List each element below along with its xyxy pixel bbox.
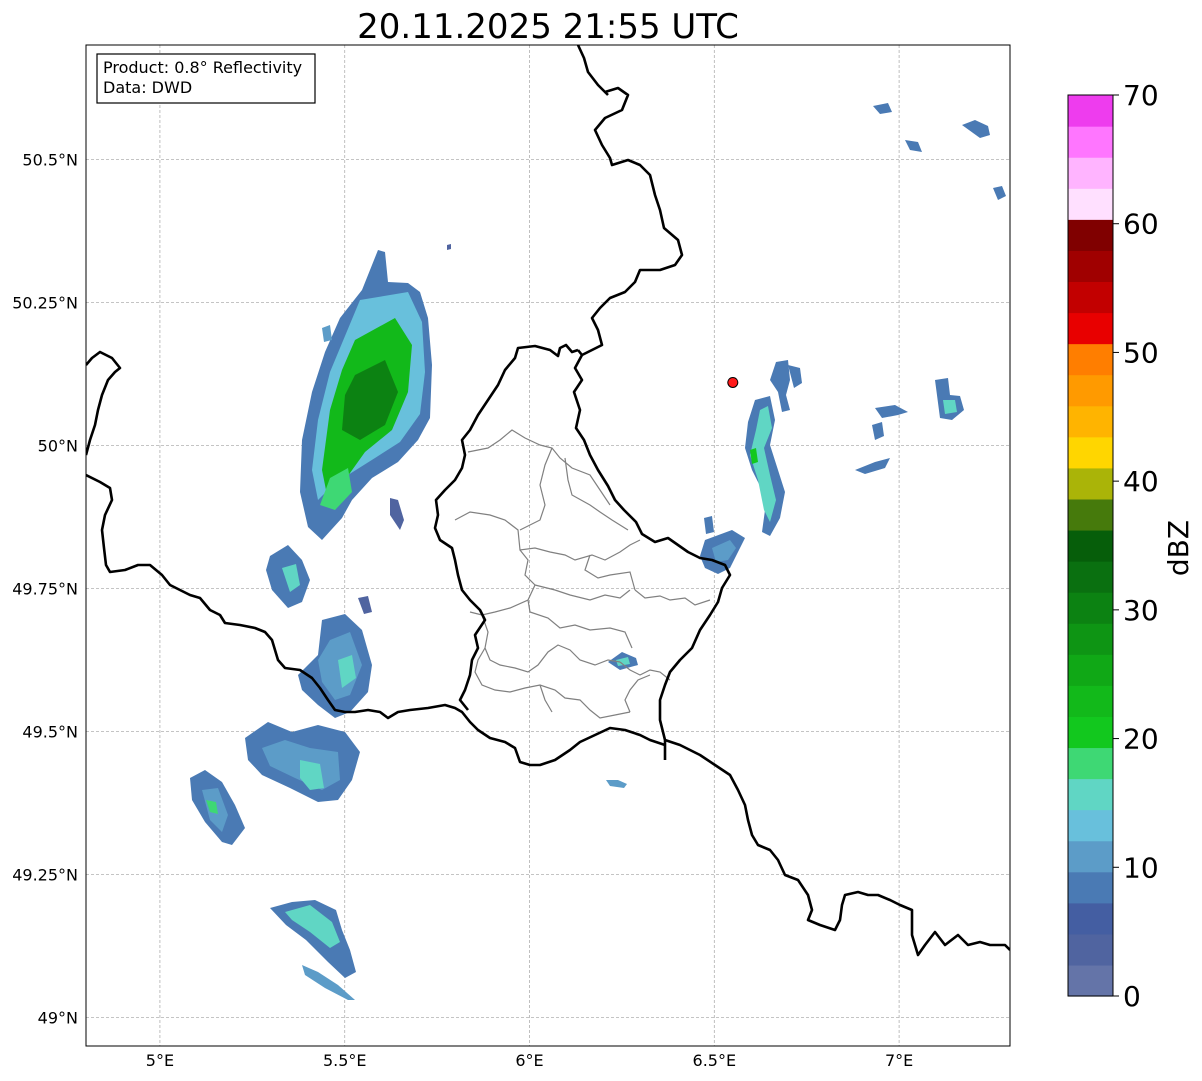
- map-title: 20.11.2025 21:55 UTC: [357, 7, 739, 47]
- colorbar-tick-label: 0: [1123, 980, 1141, 1013]
- colorbar-swatch: [1068, 374, 1113, 407]
- echo-cell: [190, 770, 245, 845]
- colorbar-swatch: [1068, 840, 1113, 873]
- echo-cell: [935, 378, 964, 420]
- colorbar-swatch: [1068, 436, 1113, 469]
- colorbar-swatch: [1068, 964, 1113, 997]
- data-source-label: Data: DWD: [103, 78, 192, 97]
- echo-cell: [962, 120, 990, 138]
- echo-cell: [298, 614, 372, 718]
- colorbar-swatch: [1068, 685, 1113, 717]
- colorbar-swatch: [1068, 933, 1113, 966]
- colorbar-swatch: [1068, 281, 1113, 314]
- colorbar-tick-label: 50: [1123, 336, 1159, 369]
- lat-tick-label: 50°N: [38, 436, 78, 455]
- colorbar-tick-label: 70: [1123, 79, 1159, 112]
- colorbar-swatch: [1068, 623, 1113, 655]
- colorbar-swatch: [1068, 747, 1113, 780]
- echo-cell: [873, 103, 892, 114]
- lon-tick-label: 5.5°E: [323, 1051, 367, 1070]
- lon-tick-label: 5°E: [146, 1051, 174, 1070]
- colorbar-swatch: [1068, 902, 1113, 935]
- echo-cell: [270, 900, 356, 978]
- radar-site-marker: [727, 376, 739, 388]
- lat-tick-label: 50.5°N: [22, 150, 78, 169]
- colorbar-swatch: [1068, 529, 1113, 562]
- colorbar-tick-labels: 0 10 20 30 40 50 60 70: [1113, 79, 1159, 1013]
- colorbar-swatch: [1068, 871, 1113, 904]
- echo-cell: [447, 244, 451, 250]
- colorbar-swatch: [1068, 405, 1113, 438]
- colorbar-tick-label: 60: [1123, 208, 1159, 241]
- dbz-colorbar: [1068, 95, 1113, 997]
- echo-cell: [700, 360, 802, 574]
- colorbar-tick-label: 10: [1123, 851, 1159, 884]
- echo-cell: [905, 140, 922, 152]
- colorbar-swatch: [1068, 126, 1113, 158]
- echo-cell: [606, 780, 627, 788]
- district-borders: [454, 429, 711, 719]
- lat-tick-label: 49.5°N: [22, 722, 78, 741]
- colorbar-tick-label: 30: [1123, 594, 1159, 627]
- colorbar-swatch: [1068, 716, 1113, 749]
- colorbar-tick-label: 40: [1123, 465, 1159, 498]
- colorbar-swatch: [1068, 312, 1113, 345]
- colorbar-swatch: [1068, 219, 1113, 251]
- colorbar-swatch: [1068, 250, 1113, 283]
- lat-tick-label: 49.75°N: [12, 579, 78, 598]
- lon-tick-label: 6°E: [515, 1051, 543, 1070]
- echo-cell: [358, 596, 372, 614]
- colorbar-swatch: [1068, 809, 1113, 842]
- lat-tick-label: 49°N: [38, 1008, 78, 1027]
- colorbar-swatch: [1068, 561, 1113, 593]
- product-info-box: Product: 0.8° Reflectivity Data: DWD: [96, 53, 316, 104]
- echo-cell: [390, 498, 404, 530]
- echo-cell: [875, 405, 908, 418]
- radar-map-figure: 20.11.2025 21:55 UTC 5°E 5.5°E 6°E 6.5°E…: [12, 7, 1195, 1070]
- colorbar-swatch: [1068, 654, 1113, 686]
- echo-cell: [993, 186, 1006, 200]
- longitude-tick-labels: 5°E 5.5°E 6°E 6.5°E 7°E: [146, 1051, 913, 1070]
- colorbar-swatch: [1068, 778, 1113, 811]
- colorbar-label: dBZ: [1162, 520, 1195, 576]
- lat-tick-label: 50.25°N: [12, 293, 78, 312]
- colorbar-swatch: [1068, 95, 1113, 127]
- echo-cell: [855, 458, 890, 474]
- colorbar-swatch: [1068, 157, 1113, 189]
- colorbar-swatch: [1068, 343, 1113, 376]
- colorbar-swatch: [1068, 467, 1113, 500]
- echo-cell: [322, 325, 332, 342]
- colorbar-swatch: [1068, 592, 1113, 624]
- echo-cell: [300, 250, 432, 540]
- lon-tick-label: 6.5°E: [693, 1051, 737, 1070]
- lat-tick-label: 49.25°N: [12, 865, 78, 884]
- echo-cell: [266, 545, 310, 608]
- product-label: Product: 0.8° Reflectivity: [103, 58, 302, 77]
- colorbar-swatch: [1068, 498, 1113, 531]
- latitude-tick-labels: 49°N 49.25°N 49.5°N 49.75°N 50°N 50.25°N 50.5°…: [12, 150, 78, 1027]
- colorbar-tick-label: 20: [1123, 723, 1159, 756]
- echo-cell: [872, 422, 884, 440]
- precipitation-echoes: [190, 103, 1006, 1000]
- echo-cell: [245, 722, 360, 802]
- colorbar-swatch: [1068, 188, 1113, 220]
- lon-tick-label: 7°E: [885, 1051, 913, 1070]
